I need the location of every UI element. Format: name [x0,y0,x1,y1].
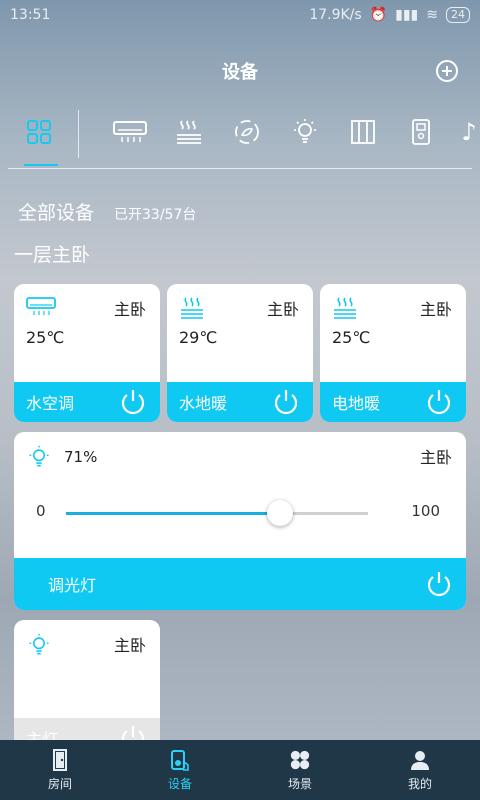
device-room: 主卧 [419,448,452,467]
battery-indicator: 24 [446,7,470,23]
device-bar: 水空调 [14,382,160,422]
alarm-icon: ⏰ [369,7,388,23]
user-icon [409,749,431,771]
bottom-nav: 房间 设备 场景 我的 [0,740,480,800]
power-icon[interactable] [424,569,454,599]
device-card-water-ac[interactable]: 主卧 25℃ 水空调 [14,284,160,422]
nav-rooms[interactable]: 房间 [15,748,105,792]
main-light-card[interactable]: 主卧 主灯 [14,620,160,758]
brightness-percent: 71% [64,448,98,466]
device-room: 主卧 [266,300,299,319]
nav-label: 房间 [47,776,72,791]
power-icon[interactable] [424,387,454,417]
slider-min-label: 0 [36,502,46,520]
device-icon [169,749,191,771]
curtain-icon[interactable] [346,116,380,148]
device-label: 水地暖 [179,394,228,413]
device-label: 电地暖 [332,394,381,413]
top-bar: 设备 [0,48,480,92]
section-title: 全部设备 [18,202,95,224]
slider-max-label: 100 [411,502,440,520]
floor-heating-icon [334,297,356,319]
device-card-water-floor-heating[interactable]: 主卧 29℃ 水地暖 [167,284,313,422]
page-title: 设备 [222,62,258,83]
signal-icon: ▮▮▮ [395,7,419,23]
light-bulb-icon [29,445,49,467]
status-time: 13:51 [10,7,51,23]
light-bulb-icon[interactable] [288,116,322,148]
add-device-button[interactable] [436,60,458,82]
light-bulb-icon [29,633,49,655]
nav-profile[interactable]: 我的 [375,749,465,792]
device-temperature: 25℃ [26,328,65,347]
device-label: 水空调 [26,394,75,413]
music-icon[interactable]: ♪ [458,116,480,148]
brightness-slider-track[interactable] [66,500,368,526]
device-room: 主卧 [113,300,146,319]
power-icon[interactable] [271,387,301,417]
device-bar: 水地暖 [167,382,313,422]
floor-heating-icon[interactable] [172,116,206,148]
air-conditioner-icon[interactable] [110,116,150,148]
category-divider [78,110,79,158]
device-temperature: 25℃ [332,328,371,347]
network-speed: 17.9K/s [309,7,362,23]
nav-scenes[interactable]: 场景 [255,749,345,792]
power-icon[interactable] [118,387,148,417]
nav-label: 设备 [167,776,192,791]
section-header: 全部设备 已开33/57台 [18,198,196,225]
room-title: 一层主卧 [14,244,91,266]
scene-icon [289,749,311,771]
grid-icon [27,120,51,144]
brightness-slider-fill [66,512,281,515]
door-lock-icon[interactable] [404,116,438,148]
device-temperature: 29℃ [179,328,218,347]
device-bar: 调光灯 [14,558,466,610]
device-room: 主卧 [419,300,452,319]
floor-heating-icon [181,297,203,319]
all-devices-icon[interactable] [22,116,56,148]
tabs-divider [8,168,472,169]
brightness-slider-row: 0 100 [14,498,466,528]
device-room: 主卧 [113,636,146,655]
active-tab-indicator [24,164,58,166]
device-bar: 电地暖 [320,382,466,422]
air-conditioner-icon [26,297,56,315]
nav-label: 场景 [287,776,312,791]
status-right: 17.9K/s ⏰ ▮▮▮ ≋ 24 [309,7,470,23]
devices-on-count: 已开33/57台 [114,207,197,223]
brightness-slider-thumb[interactable] [267,500,294,526]
wifi-icon: ≋ [426,7,438,23]
device-label: 调光灯 [48,576,97,595]
category-tabs: ♪ [0,106,480,166]
nav-label: 我的 [407,776,432,791]
status-bar: 13:51 17.9K/s ⏰ ▮▮▮ ≋ 24 [0,0,480,30]
door-icon [49,748,71,771]
dimmer-light-card[interactable]: 71% 主卧 0 100 调光灯 [14,432,466,610]
nav-devices[interactable]: 设备 [135,749,225,792]
device-card-electric-floor-heating[interactable]: 主卧 25℃ 电地暖 [320,284,466,422]
fresh-air-icon[interactable] [230,116,264,148]
